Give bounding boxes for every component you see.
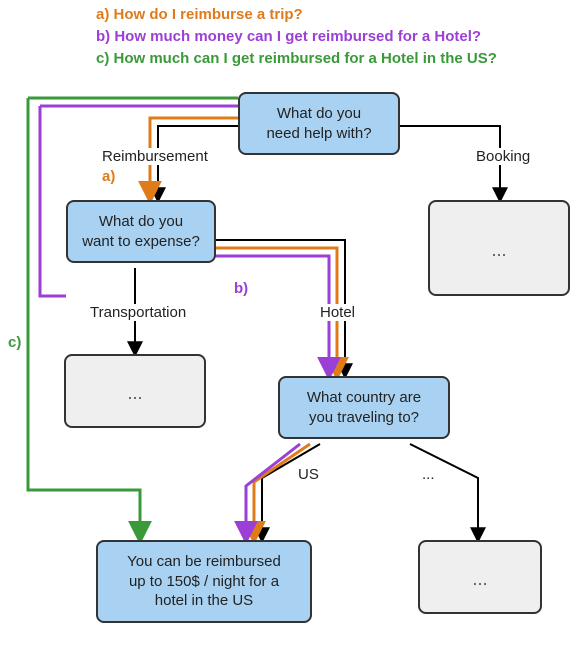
node-other-country-placeholder: ... (418, 540, 542, 614)
node-country: What country areyou traveling to? (278, 376, 450, 439)
edge-reimbursement: Reimbursement (100, 148, 210, 165)
node-root: What do youneed help with? (238, 92, 400, 155)
node-answer: You can be reimbursedup to 150$ / night … (96, 540, 312, 623)
node-expense: What do youwant to expense? (66, 200, 216, 263)
edge-hotel: Hotel (318, 304, 357, 321)
edge-us: US (296, 466, 321, 483)
path-tag-b: b) (234, 280, 248, 297)
path-tag-c: c) (8, 334, 21, 351)
question-a: a) How do I reimburse a trip? (96, 6, 303, 23)
question-c: c) How much can I get reimbursed for a H… (96, 50, 497, 67)
edge-other: ... (420, 466, 437, 483)
node-booking-placeholder: ... (428, 200, 570, 296)
diagram-stage: { "questions": { "a": "a) How do I reimb… (0, 0, 588, 656)
edge-booking: Booking (474, 148, 532, 165)
node-transport-placeholder: ... (64, 354, 206, 428)
path-tag-a: a) (102, 168, 115, 185)
question-b: b) How much money can I get reimbursed f… (96, 28, 481, 45)
edge-transportation: Transportation (88, 304, 188, 321)
